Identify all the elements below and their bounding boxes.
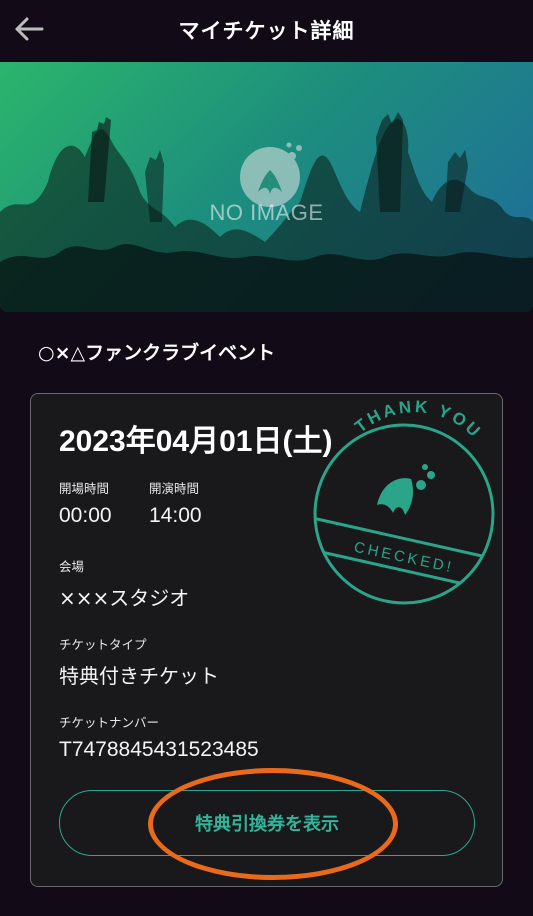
venue-value: ×××スタジオ — [59, 586, 190, 610]
stamp-thank-you: THANK YOU — [351, 397, 482, 442]
show-benefit-voucher-button[interactable]: 特典引換券を表示 — [59, 790, 475, 856]
page-title: マイチケット詳細 — [178, 19, 355, 43]
crowd-silhouette — [0, 112, 533, 312]
no-image-label: NO IMAGE — [209, 200, 324, 225]
open-time-value: 00:00 — [59, 504, 112, 527]
event-title: ○×△ファンクラブイベント — [38, 342, 276, 364]
event-date: 2023年04月01日(土) — [59, 425, 333, 458]
app-header: マイチケット詳細 — [0, 0, 533, 62]
ticket-type-label: チケットタイプ — [59, 637, 147, 652]
stamp-logo-icon — [377, 464, 435, 515]
checked-stamp: THANK YOU CHECKED! — [299, 397, 502, 607]
venue-label: 会場 — [59, 559, 85, 574]
start-time-label: 開演時間 — [149, 481, 200, 496]
start-time-value: 14:00 — [149, 504, 202, 527]
ticket-number-value: T7478845431523485 — [59, 738, 259, 761]
svg-text:THANK YOU: THANK YOU — [351, 397, 485, 442]
open-time-label: 開場時間 — [59, 481, 110, 496]
event-image-placeholder: NO IMAGE — [0, 62, 533, 312]
ticket-number-label: チケットナンバー — [59, 715, 160, 730]
ticket-card: 2023年04月01日(土) 開場時間 開演時間 00:00 14:00 会場 … — [30, 393, 503, 887]
ticket-type-value: 特典付きチケット — [59, 664, 219, 688]
